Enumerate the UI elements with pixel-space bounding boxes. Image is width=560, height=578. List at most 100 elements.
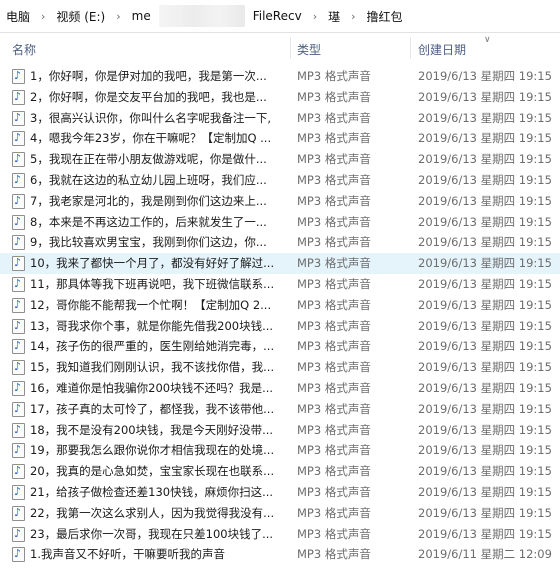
file-list: 1，你好啊，你是伊对加的我吧，我是第一次... MP3 格式声音 2019/6/13…: [0, 66, 560, 565]
file-row[interactable]: 16，难道你是怕我骗你200块钱不还吗？我是... MP3 格式声音 2019/6/…: [0, 378, 560, 399]
file-row[interactable]: 15，我知道我们刚刚认识，我不该找你借，我... MP3 格式声音 2019/6/1…: [0, 357, 560, 378]
file-type: MP3 格式声音: [297, 526, 371, 541]
file-created-date: 2019/6/13 星期四 19:15: [418, 172, 552, 187]
file-type: MP3 格式声音: [297, 380, 371, 395]
file-name: 16，难道你是怕我骗你200块钱不还吗？我是...: [30, 380, 274, 395]
file-created-date: 2019/6/13 星期四 19:15: [418, 318, 552, 333]
file-name: 1，你好啊，你是伊对加的我吧，我是第一次...: [30, 69, 267, 83]
file-row[interactable]: 18，我不是没有200块钱，我是今天刚好没带... MP3 格式声音 2019/6/…: [0, 420, 560, 441]
breadcrumb-item[interactable]: 璂: [322, 8, 346, 25]
audio-file-icon: [12, 380, 25, 396]
file-row[interactable]: 21，给孩子做检查还差130快钱，麻烦你扫这... MP3 格式声音 2019/6/…: [0, 482, 560, 503]
file-created-date: 2019/6/13 星期四 19:15: [418, 443, 552, 458]
file-created-date: 2019/6/13 星期四 19:15: [418, 152, 552, 167]
breadcrumb-item[interactable]: 视频 (E:): [50, 8, 111, 25]
audio-file-icon: [12, 172, 25, 188]
file-type: MP3 格式声音: [297, 297, 371, 312]
breadcrumb-item[interactable]: 电脑: [0, 8, 36, 25]
file-created-date: 2019/6/13 星期四 19:15: [418, 422, 552, 437]
file-row[interactable]: 22，我第一次这么求别人，因为我觉得我没有... MP3 格式声音 2019/6/1…: [0, 503, 560, 524]
file-row[interactable]: 20，我真的是心急如焚，宝宝家长现在也联系... MP3 格式声音 2019/6/1…: [0, 461, 560, 482]
file-row[interactable]: 14，孩子伤的很严重的，医生刚给她消完毒，... MP3 格式声音 2019/6/1…: [0, 336, 560, 357]
audio-file-icon: [12, 131, 25, 147]
file-row[interactable]: 13，哥我求你个事，就是你能先借我200块钱... MP3 格式声音 2019/6/…: [0, 316, 560, 337]
file-row[interactable]: 19，那要我怎么跟你说你才相信我现在的处境... MP3 格式声音 2019/6/1…: [0, 440, 560, 461]
file-type: MP3 格式声音: [297, 69, 371, 83]
file-row[interactable]: 17，孩子真的太可怜了，都怪我，我不该带他... MP3 格式声音 2019/6/1…: [0, 399, 560, 420]
breadcrumb-item[interactable]: 撸红包: [361, 8, 409, 25]
file-created-date: 2019/6/11 星期二 12:09: [418, 547, 552, 562]
chevron-right-icon: ›: [312, 9, 318, 23]
audio-file-icon: [12, 505, 25, 521]
column-header: 名称 类型 创建日期 ∨: [0, 33, 560, 63]
file-name: 18，我不是没有200块钱，我是今天刚好没带...: [30, 422, 274, 437]
file-created-date: 2019/6/13 星期四 19:15: [418, 339, 552, 354]
column-header-name[interactable]: 名称: [12, 41, 36, 58]
file-type: MP3 格式声音: [297, 484, 371, 499]
file-type: MP3 格式声音: [297, 360, 371, 375]
file-type: MP3 格式声音: [297, 547, 371, 562]
file-name: 23，最后求你一次哥，我现在只差100块钱了...: [30, 526, 274, 541]
file-row[interactable]: 8，本来是不再这边工作的，后来就发生了一... MP3 格式声音 2019/6/13…: [0, 212, 560, 233]
audio-file-icon: [12, 464, 25, 480]
file-name: 22，我第一次这么求别人，因为我觉得我没有...: [30, 505, 275, 520]
audio-file-icon: [12, 297, 25, 313]
file-row[interactable]: 1，你好啊，你是伊对加的我吧，我是第一次... MP3 格式声音 2019/6/13…: [0, 66, 560, 87]
file-row[interactable]: 10，我来了都快一个月了，都没有好好了解过... MP3 格式声音 2019/6/1…: [0, 253, 560, 274]
file-row[interactable]: 12，哥你能不能帮我一个忙啊！【定制加Q 2... MP3 格式声音 2019/6/…: [0, 295, 560, 316]
column-divider[interactable]: [410, 37, 411, 59]
breadcrumb-item[interactable]: FileRecv: [247, 9, 308, 23]
audio-file-icon: [12, 193, 25, 209]
file-type: MP3 格式声音: [297, 505, 371, 520]
file-row[interactable]: 9，我比较喜欢男宝宝，我刚到你们这边，你... MP3 格式声音 2019/6/13…: [0, 232, 560, 253]
file-name: 9，我比较喜欢男宝宝，我刚到你们这边，你...: [30, 235, 267, 250]
file-row[interactable]: 11，那具体等我下班再说吧，我下班微信联系... MP3 格式声音 2019/6/1…: [0, 274, 560, 295]
file-name: 3，很高兴认识你，你叫什么名字呢我备注一下,: [30, 110, 271, 125]
file-row[interactable]: 4，嗯我今年23岁，你在干嘛呢？【定制加Q ... MP3 格式声音 2019/6/…: [0, 128, 560, 149]
file-created-date: 2019/6/13 星期四 19:15: [418, 235, 552, 250]
file-type: MP3 格式声音: [297, 256, 371, 271]
file-created-date: 2019/6/13 星期四 19:15: [418, 131, 552, 146]
audio-file-icon: [12, 89, 25, 105]
file-type: MP3 格式声音: [297, 89, 371, 104]
column-divider[interactable]: [290, 37, 291, 59]
audio-file-icon: [12, 422, 25, 438]
file-row[interactable]: 23，最后求你一次哥，我现在只差100块钱了... MP3 格式声音 2019/6/…: [0, 524, 560, 545]
audio-file-icon: [12, 110, 25, 126]
file-type: MP3 格式声音: [297, 214, 371, 229]
file-type: MP3 格式声音: [297, 131, 371, 146]
file-type: MP3 格式声音: [297, 110, 371, 125]
file-row[interactable]: 1.我声音又不好听，干嘛要听我的声音 MP3 格式声音 2019/6/11 星期二 …: [0, 544, 560, 565]
breadcrumb-item[interactable]: me: [126, 9, 157, 23]
file-type: MP3 格式声音: [297, 193, 371, 208]
file-row[interactable]: 5，我现在正在带小朋友做游戏呢，你是做什... MP3 格式声音 2019/6/13…: [0, 149, 560, 170]
file-created-date: 2019/6/13 星期四 19:15: [418, 380, 552, 395]
file-created-date: 2019/6/13 星期四 19:15: [418, 297, 552, 312]
file-name: 7，我老家是河北的，我是刚到你们这边来上...: [30, 193, 267, 208]
file-type: MP3 格式声音: [297, 152, 371, 167]
file-created-date: 2019/6/13 星期四 19:15: [418, 89, 552, 104]
file-row[interactable]: 7，我老家是河北的，我是刚到你们这边来上... MP3 格式声音 2019/6/13…: [0, 191, 560, 212]
audio-file-icon: [12, 339, 25, 355]
audio-file-icon: [12, 69, 25, 84]
audio-file-icon: [12, 401, 25, 417]
address-bar[interactable]: 电脑 › 视频 (E:) › me FileRecv › 璂 › 撸红包: [0, 0, 560, 33]
file-row[interactable]: 3，很高兴认识你，你叫什么名字呢我备注一下, MP3 格式声音 2019/6/13 …: [0, 108, 560, 129]
file-row[interactable]: 2，你好啊，你是交友平台加的我吧，我也是... MP3 格式声音 2019/6/13…: [0, 87, 560, 108]
file-created-date: 2019/6/13 星期四 19:15: [418, 69, 552, 83]
file-name: 20，我真的是心急如焚，宝宝家长现在也联系...: [30, 464, 275, 479]
file-created-date: 2019/6/13 星期四 19:15: [418, 464, 552, 479]
file-row[interactable]: 6，我就在这边的私立幼儿园上班呀，我们应... MP3 格式声音 2019/6/13…: [0, 170, 560, 191]
file-name: 21，给孩子做检查还差130快钱，麻烦你扫这...: [30, 484, 274, 499]
column-header-date[interactable]: 创建日期: [418, 41, 466, 58]
file-name: 12，哥你能不能帮我一个忙啊！【定制加Q 2...: [30, 297, 272, 312]
chevron-right-icon: ›: [41, 9, 46, 23]
file-name: 13，哥我求你个事，就是你能先借我200块钱...: [30, 318, 274, 333]
file-name: 4，嗯我今年23岁，你在干嘛呢？【定制加Q ...: [30, 131, 272, 146]
column-header-type[interactable]: 类型: [297, 41, 321, 58]
redacted-region: [158, 5, 245, 27]
file-type: MP3 格式声音: [297, 464, 371, 479]
chevron-right-icon: ›: [116, 9, 121, 23]
file-name: 2，你好啊，你是交友平台加的我吧，我也是...: [30, 89, 267, 104]
file-created-date: 2019/6/13 星期四 19:15: [418, 276, 552, 291]
